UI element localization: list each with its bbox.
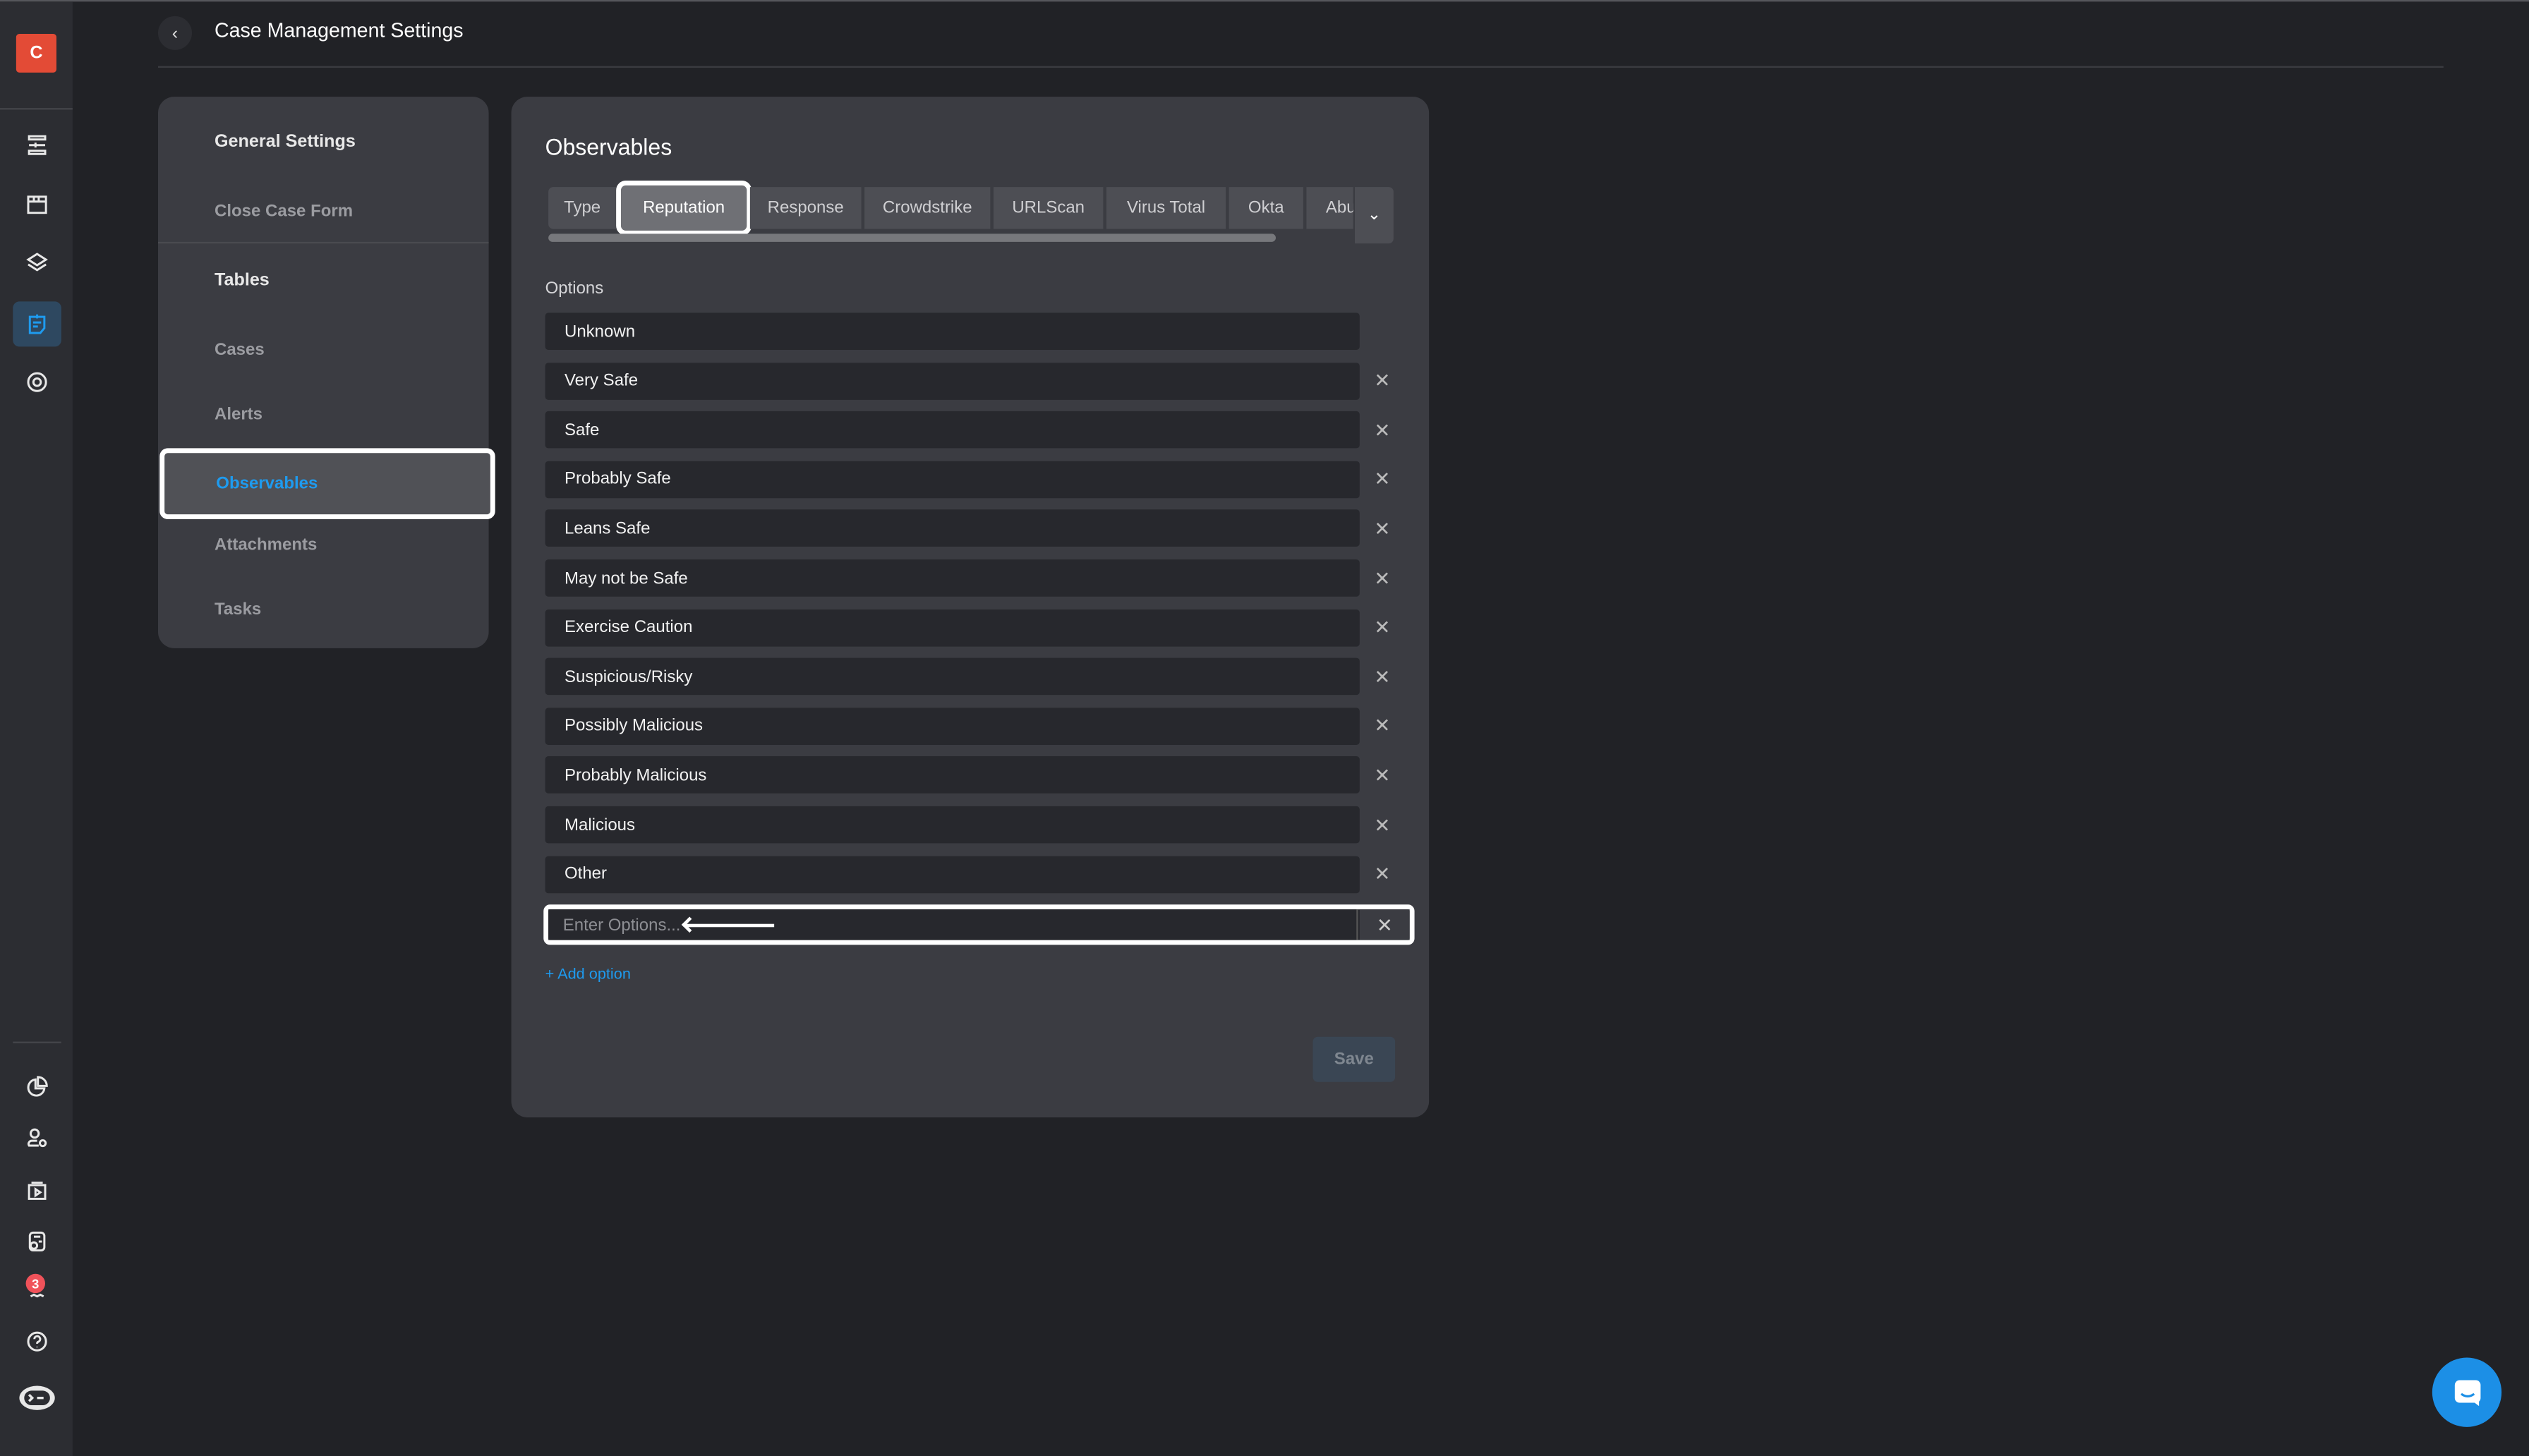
option-row[interactable]: Possibly Malicious — [545, 707, 1360, 745]
tab-reputation[interactable]: Reputation — [616, 180, 752, 236]
tab-type[interactable]: Type — [548, 187, 617, 229]
save-button[interactable]: Save — [1312, 1036, 1396, 1082]
tabs-scrollbar[interactable] — [548, 233, 1276, 242]
menu-divider — [157, 241, 489, 244]
options-label: Options — [545, 279, 604, 298]
settings-icon[interactable] — [13, 361, 61, 403]
menu-item-observables[interactable]: Observables — [159, 448, 495, 519]
remove-option-icon[interactable]: ✕ — [1371, 370, 1394, 392]
option-row[interactable]: Exercise Caution — [545, 609, 1360, 646]
menu-heading-tables: Tables — [214, 270, 270, 291]
option-row[interactable]: Suspicious/Risky — [545, 657, 1360, 696]
remove-option-icon[interactable]: ✕ — [1371, 863, 1394, 885]
settings-menu: General Settings Close Case Form Tables … — [157, 97, 495, 648]
nav-divider — [0, 108, 73, 110]
remove-option-icon[interactable]: ✕ — [1371, 517, 1394, 540]
app-logo[interactable]: C — [16, 33, 56, 73]
option-row[interactable]: May not be Safe — [545, 559, 1360, 597]
report-check-icon[interactable] — [13, 1220, 61, 1262]
menu-item-close-case-form[interactable]: Close Case Form — [215, 202, 353, 221]
option-row[interactable]: Very Safe — [545, 362, 1360, 399]
option-row[interactable]: Other — [545, 855, 1360, 893]
menu-item-label: Observables — [216, 473, 318, 494]
menu-item-alerts[interactable]: Alerts — [215, 405, 262, 424]
menu-item-cases[interactable]: Cases — [215, 340, 265, 359]
add-option-link[interactable]: + Add option — [545, 966, 631, 983]
option-row[interactable]: Probably Safe — [545, 461, 1360, 498]
remove-option-icon[interactable]: ✕ — [1371, 468, 1394, 491]
tab-urlscan[interactable]: URLScan — [993, 187, 1104, 229]
option-row[interactable]: Unknown — [545, 313, 1360, 350]
arrow-left-icon — [685, 923, 775, 928]
new-option-input[interactable] — [548, 909, 1358, 940]
tabs-more-button[interactable]: ⌄ — [1354, 187, 1394, 244]
nav-divider — [13, 1041, 61, 1043]
chevron-left-icon: ‹ — [171, 23, 179, 43]
header-divider — [157, 66, 2444, 68]
option-row[interactable]: Safe — [545, 411, 1360, 449]
tab-virus-total[interactable]: Virus Total — [1106, 187, 1226, 229]
notification-badge: 3 — [25, 1273, 45, 1294]
menu-item-tasks[interactable]: Tasks — [215, 600, 261, 619]
tab-okta[interactable]: Okta — [1229, 187, 1303, 229]
remove-option-icon[interactable]: ✕ — [1371, 616, 1394, 638]
remove-option-icon[interactable]: ✕ — [1371, 715, 1394, 737]
pie-chart-icon[interactable] — [13, 1066, 61, 1108]
menu-item-attachments[interactable]: Attachments — [215, 535, 317, 554]
option-row[interactable]: Malicious — [545, 806, 1360, 844]
page-title: Case Management Settings — [214, 19, 464, 42]
back-button[interactable]: ‹ — [157, 16, 192, 50]
remove-option-icon[interactable]: ✕ — [1371, 813, 1394, 836]
chat-launcher-button[interactable] — [2432, 1357, 2502, 1427]
chat-icon — [2453, 1379, 2480, 1405]
terminal-bot-icon[interactable] — [13, 1377, 61, 1419]
window-icon[interactable] — [13, 184, 61, 226]
remove-option-icon[interactable]: ✕ — [1371, 764, 1394, 787]
new-option-row: ✕ — [543, 904, 1415, 945]
chevron-down-icon: ⌄ — [1367, 206, 1381, 224]
tab-crowdstrike[interactable]: Crowdstrike — [864, 187, 991, 229]
dashboard-sliders-icon[interactable] — [13, 124, 61, 166]
menu-heading-general-settings[interactable]: General Settings — [215, 132, 356, 151]
user-settings-icon[interactable] — [13, 1117, 61, 1159]
layers-icon[interactable] — [13, 242, 61, 284]
option-row[interactable]: Probably Malicious — [545, 756, 1360, 794]
remove-option-button[interactable]: ✕ — [1359, 909, 1410, 940]
remove-option-icon[interactable]: ✕ — [1371, 419, 1394, 442]
tab-abu[interactable]: Abu — [1306, 187, 1353, 229]
panel-title: Observables — [545, 133, 672, 160]
remove-option-icon[interactable]: ✕ — [1371, 566, 1394, 589]
playbook-icon[interactable] — [13, 1169, 61, 1211]
left-nav: C 3 — [0, 1, 73, 1456]
help-icon[interactable] — [13, 1321, 61, 1362]
tab-response[interactable]: Response — [749, 187, 862, 229]
close-icon: ✕ — [1376, 913, 1393, 936]
remove-option-icon[interactable]: ✕ — [1371, 665, 1394, 688]
case-notes-icon[interactable] — [13, 301, 61, 347]
option-row[interactable]: Leans Safe — [545, 510, 1360, 547]
observables-panel: Observables Type Reputation Response Cro… — [511, 97, 1430, 1117]
